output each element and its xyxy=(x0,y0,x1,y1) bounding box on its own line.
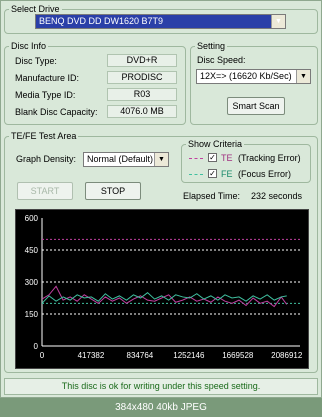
disc-info-legend: Disc Info xyxy=(11,41,47,51)
te-code: TE xyxy=(221,153,233,163)
select-drive-legend: Select Drive xyxy=(11,4,60,14)
te-description: (Tracking Error) xyxy=(238,153,301,163)
graph-density-label: Graph Density: xyxy=(16,154,77,164)
status-message: This disc is ok for writing under this s… xyxy=(4,378,318,395)
elapsed-time-label: Elapsed Time: xyxy=(183,191,241,201)
fe-line-swatch xyxy=(189,174,203,175)
disc-speed-select[interactable]: 12X=> (16620 Kb/Sec) ▼ xyxy=(196,69,311,84)
x-tick-label-5: 2086912 xyxy=(271,351,303,360)
drive-select[interactable]: BENQ DVD DD DW1620 B7T9 ▼ xyxy=(35,14,286,29)
blank-capacity-label: Blank Disc Capacity: xyxy=(15,107,98,117)
elapsed-time-value: 232 seconds xyxy=(251,191,303,201)
dvd-info-window: Select Drive BENQ DVD DD DW1620 B7T9 ▼ D… xyxy=(0,0,322,398)
disc-type-value: DVD+R xyxy=(107,54,177,67)
chevron-down-icon[interactable]: ▼ xyxy=(271,15,285,28)
media-type-id-value: R03 xyxy=(107,88,177,101)
fe-description: (Focus Error) xyxy=(238,169,292,179)
te-fe-chart: 0 150 300 450 600 0 417382 834764 1252146 1669528… xyxy=(15,209,309,369)
y-tick-label-4: 600 xyxy=(25,214,39,223)
show-criteria-legend: Show Criteria xyxy=(188,139,243,149)
graph-density-select[interactable]: Normal (Default) ▼ xyxy=(83,152,169,167)
media-type-id-label: Media Type ID: xyxy=(15,90,76,100)
chevron-down-icon[interactable]: ▼ xyxy=(154,153,168,166)
x-tick-label-1: 417382 xyxy=(78,351,105,360)
test-area-legend: TE/FE Test Area xyxy=(11,131,77,141)
disc-speed-label: Disc Speed: xyxy=(197,55,246,65)
x-tick-label-0: 0 xyxy=(40,351,45,360)
chevron-down-icon[interactable]: ▼ xyxy=(296,70,310,83)
image-caption: 384x480 40kb JPEG xyxy=(0,398,322,417)
stop-button[interactable]: STOP xyxy=(85,182,141,200)
start-button[interactable]: START xyxy=(17,182,73,200)
manufacture-id-label: Manufacture ID: xyxy=(15,73,80,83)
te-line-swatch xyxy=(189,158,203,159)
fe-checkbox[interactable]: ✓ xyxy=(208,169,217,178)
graph-density-value: Normal (Default) xyxy=(87,154,154,164)
drive-select-value: BENQ DVD DD DW1620 B7T9 xyxy=(39,16,164,26)
manufacture-id-value: PRODISC xyxy=(107,71,177,84)
y-tick-label-3: 450 xyxy=(25,246,39,255)
disc-type-label: Disc Type: xyxy=(15,56,57,66)
setting-legend: Setting xyxy=(197,41,226,51)
y-tick-label-1: 150 xyxy=(25,310,39,319)
y-tick-label-0: 0 xyxy=(34,342,39,351)
te-fe-chart-svg: 0 150 300 450 600 0 417382 834764 1252146 1669528… xyxy=(25,214,303,360)
x-tick-label-3: 1252146 xyxy=(173,351,205,360)
smart-scan-button[interactable]: Smart Scan xyxy=(227,97,285,115)
x-tick-label-2: 834764 xyxy=(127,351,154,360)
y-tick-label-2: 300 xyxy=(25,278,39,287)
disc-speed-value: 12X=> (16620 Kb/Sec) xyxy=(200,71,292,81)
x-tick-label-4: 1669528 xyxy=(222,351,254,360)
te-checkbox[interactable]: ✓ xyxy=(208,153,217,162)
blank-capacity-value: 4076.0 MB xyxy=(107,105,177,118)
fe-code: FE xyxy=(221,169,233,179)
